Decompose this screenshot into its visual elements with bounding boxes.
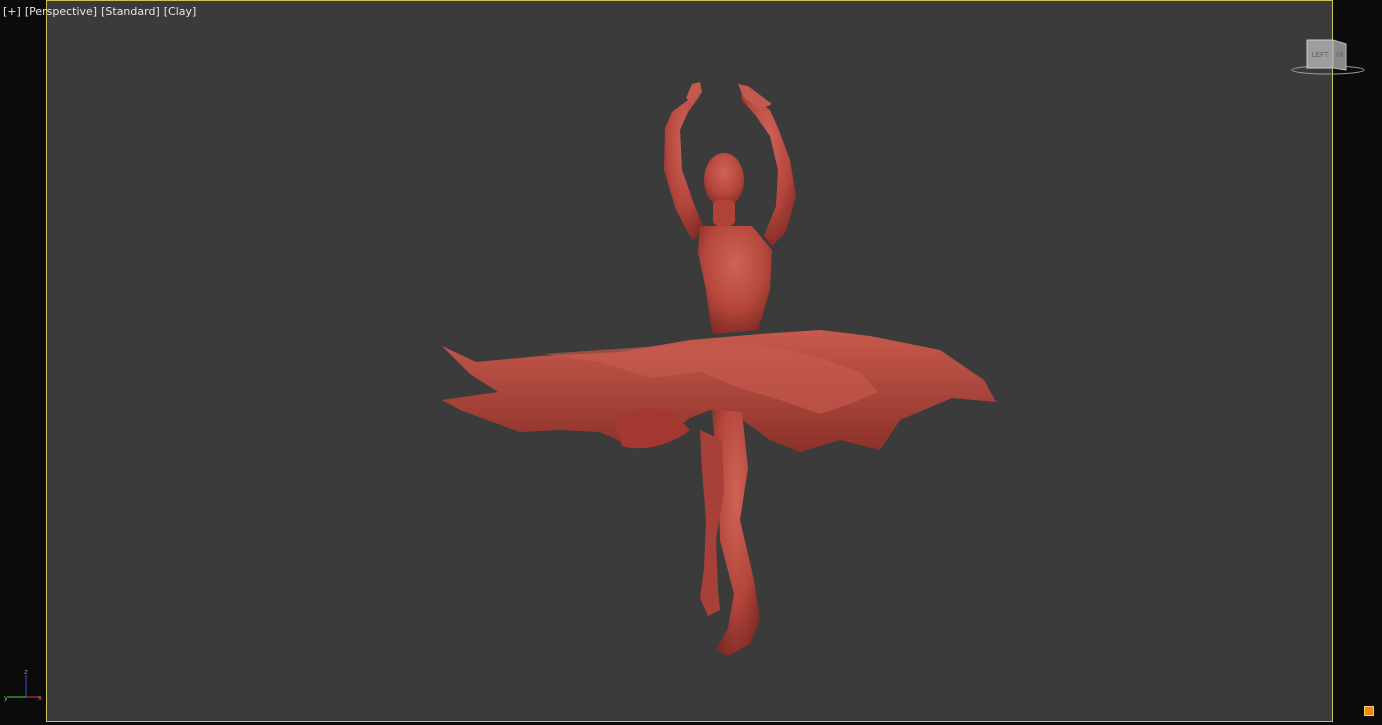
neck (713, 200, 735, 226)
viewport-corner-badge[interactable] (1364, 706, 1374, 716)
viewport-root[interactable]: [+] [Perspective] [Standard] [Clay] LEFT… (0, 0, 1382, 725)
axis-y-label: y (4, 694, 8, 702)
axis-tripod: z y x (4, 668, 42, 702)
viewcube[interactable]: LEFT FR (1290, 38, 1368, 78)
left-arm (664, 86, 706, 240)
axis-z-label: z (24, 668, 28, 676)
torso (698, 226, 772, 334)
ballerina-model[interactable] (0, 0, 1382, 725)
head (704, 153, 744, 207)
viewcube-side-label: FR (1336, 52, 1344, 59)
right-arm (740, 86, 796, 246)
axis-x-label: x (38, 694, 42, 702)
viewcube-face-label: LEFT (1312, 51, 1329, 59)
